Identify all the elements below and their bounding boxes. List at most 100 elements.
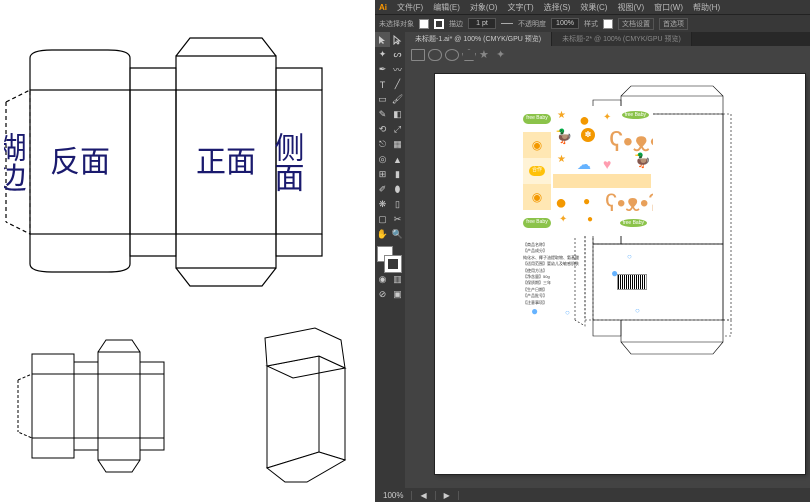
shape-star-icon[interactable]: ★ [479,49,493,61]
paintbrush-tool[interactable]: 🖌 [390,92,405,107]
width-tool[interactable]: ⎋ [375,137,390,152]
mesh-tool[interactable]: ⊞ [375,167,390,182]
canvas[interactable]: free Baby ◉ 合作 ◉ free Baby ★ ● ✦ free Ba… [405,64,810,488]
eyedropper-tool[interactable]: ✐ [375,182,390,197]
app-logo: Ai [379,3,387,12]
label-side-face: 侧面 [270,132,305,192]
menu-type[interactable]: 文字(T) [507,2,533,13]
info-line: 【注意事项】 [523,300,653,306]
fill-stroke-swatches[interactable] [375,246,403,272]
control-bar: 未选择对象 描边 不透明度 样式 文档设置 首选项 [375,14,810,32]
free-transform-tool[interactable]: ▦ [390,137,405,152]
menu-window[interactable]: 窗口(W) [654,2,683,13]
menu-edit[interactable]: 编辑(E) [433,2,460,13]
duck-icon: 🦆 [634,152,651,169]
hand-tool[interactable]: ✋ [375,227,390,242]
zoom-level[interactable]: 100% [375,491,412,500]
tab-doc-2[interactable]: 未标题-2* @ 100% (CMYK/GPU 预览) [552,32,692,46]
tools-panel: ✦ ᔕ ✒ 〰 T ╱ ▭ 🖌 ✎ ◧ ⟲ ⤢ ⎋ ▦ ◎ ▲ ⊞ ▮ ✐ ⬮ … [375,32,405,488]
zoom-tool[interactable]: 🔍 [390,227,405,242]
line-tool[interactable]: ╱ [390,77,405,92]
bubble-icon: ● [531,304,538,318]
opacity-label: 不透明度 [518,19,546,29]
side-badge-1: free Baby [523,114,550,124]
star-icon: ★ [557,154,566,165]
style-swatch[interactable] [603,19,613,29]
side-badge-2: 合作 [529,166,545,176]
stroke-swatch[interactable] [434,19,444,29]
pen-tool[interactable]: ✒ [375,62,390,77]
perspective-tool[interactable]: ▲ [390,152,405,167]
shape-rounded-icon[interactable] [428,49,442,61]
document-tabs: 未标题-1.ai* @ 100% (CMYK/GPU 预览) 未标题-2* @ … [405,32,810,46]
bubble-icon: ○ [627,252,632,261]
star-icon: ★ [557,110,566,121]
tab-doc-1[interactable]: 未标题-1.ai* @ 100% (CMYK/GPU 预览) [405,32,552,46]
label-back-face: 反面 [50,146,110,179]
brand-badge-icon: free Baby [622,108,649,119]
orange-icon: ● [555,192,567,215]
doc-setup-button[interactable]: 文档设置 [618,18,654,30]
curvature-tool[interactable]: 〰 [390,62,405,77]
shape-flare-icon[interactable]: ✦ [496,49,510,61]
orange-slice-icon: ✽ [581,128,595,142]
shaper-tool[interactable]: ✎ [375,107,390,122]
gradient-tool[interactable]: ▮ [390,167,405,182]
side-panel-artwork[interactable]: free Baby ◉ 合作 ◉ free Baby [523,106,551,236]
stroke-style-icon[interactable] [501,23,513,24]
box-3d-preview [237,320,357,490]
blend-tool[interactable]: ⬮ [390,182,405,197]
menu-view[interactable]: 视图(V) [617,2,644,13]
eraser-tool[interactable]: ◧ [390,107,405,122]
label-front-face: 正面 [196,146,256,179]
artboard-tool[interactable]: ▢ [375,212,390,227]
symbol-sprayer-tool[interactable]: ❋ [375,197,390,212]
graph-tool[interactable]: ▯ [390,197,405,212]
gradient-mode-icon[interactable]: ▥ [390,272,405,287]
nav-arrow-left-icon[interactable]: ◀ [412,491,435,500]
nav-arrow-right-icon[interactable]: ▶ [436,491,459,500]
selection-tool[interactable] [375,32,390,47]
fill-swatch[interactable] [419,19,429,29]
type-tool[interactable]: T [375,77,390,92]
preferences-button[interactable]: 首选项 [659,18,688,30]
barcode [617,274,647,290]
artboard[interactable]: free Baby ◉ 合作 ◉ free Baby ★ ● ✦ free Ba… [435,74,805,474]
box-dieline-small [14,316,194,496]
slice-tool[interactable]: ✂ [390,212,405,227]
duck-icon: 🦆 [555,128,572,145]
color-mode-icon[interactable]: ◉ [375,272,390,287]
shape-polygon-icon[interactable] [462,49,476,61]
status-bar: 100% ◀ ▶ [375,488,810,502]
stroke-color-swatch[interactable] [385,256,401,272]
stroke-label: 描边 [449,19,463,29]
rotate-tool[interactable]: ⟲ [375,122,390,137]
brand-badge-icon: free Baby [620,216,647,227]
shape-ellipse-icon[interactable] [445,49,459,61]
star-icon: ✦ [603,112,611,123]
none-mode-icon[interactable]: ⊘ [375,287,390,302]
direct-selection-tool[interactable] [390,32,405,47]
bubble-icon: ○ [565,308,570,317]
menu-effect[interactable]: 效果(C) [580,2,607,13]
front-panel-artwork[interactable]: ★ ● ✦ free Baby 🦆 ✽ ʕ•ᴥ•ʔ ★ ☁ ♥ 🦆 ● ● ʕ•… [551,106,653,236]
rectangle-tool[interactable]: ▭ [375,92,390,107]
shape-builder-tool[interactable]: ◎ [375,152,390,167]
side-badge-3: free Baby [523,218,550,228]
menu-file[interactable]: 文件(F) [397,2,423,13]
opacity-input[interactable] [551,18,579,29]
bubble-icon: ○ [635,306,640,315]
selection-status: 未选择对象 [379,19,414,29]
shape-options-bar: ★ ✦ [405,46,810,64]
orange-slice-icon: ◉ [532,138,542,152]
screen-mode-icon[interactable]: ▣ [390,287,405,302]
magic-wand-tool[interactable]: ✦ [375,47,390,62]
scale-tool[interactable]: ⤢ [390,122,405,137]
menu-select[interactable]: 选择(S) [544,2,571,13]
shape-rectangle-icon[interactable] [411,49,425,61]
lasso-tool[interactable]: ᔕ [390,47,405,62]
star-icon: ✦ [559,214,567,225]
menu-object[interactable]: 对象(O) [470,2,498,13]
menu-help[interactable]: 帮助(H) [693,2,720,13]
stroke-weight-input[interactable] [468,18,496,29]
